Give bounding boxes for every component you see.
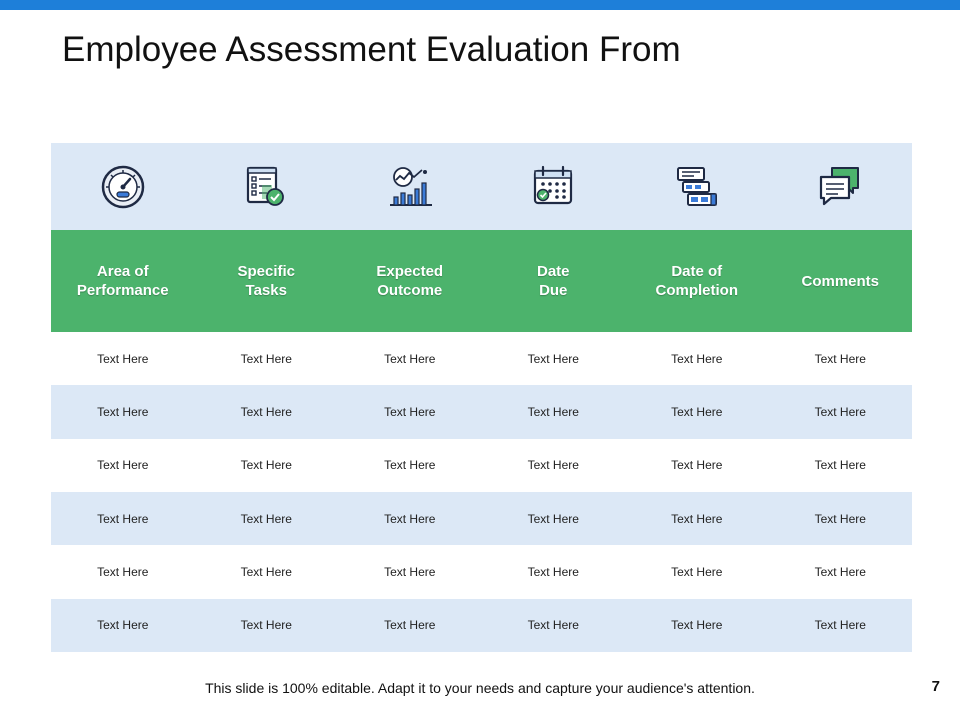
page-number: 7 (931, 678, 940, 695)
column-header-date-of-completion: Date of Completion (655, 263, 739, 299)
table-cell: Text Here (527, 511, 579, 526)
table-cell: Text Here (384, 511, 436, 526)
table-cell: Text Here (527, 404, 579, 419)
schedule-blocks-icon (676, 166, 717, 206)
table-cell: Text Here (240, 351, 292, 366)
top-accent-bar (0, 0, 960, 10)
calendar-icon (534, 165, 573, 204)
table-cell: Text Here (671, 564, 723, 579)
table-row: Text Here Text Here Text Here Text Here … (51, 385, 912, 439)
table-cell: Text Here (384, 404, 436, 419)
table-row: Text Here Text Here Text Here Text Here … (51, 598, 912, 652)
table-cell: Text Here (671, 351, 723, 366)
table-cell: Text Here (240, 458, 292, 473)
icon-cell (625, 143, 769, 230)
header-row: Area of Performance Specific Tasks Expec… (51, 230, 912, 332)
table-cell: Text Here (814, 351, 866, 366)
table-row: Text Here Text Here Text Here Text Here … (51, 439, 912, 492)
checklist-icon (247, 166, 285, 206)
table-cell: Text Here (240, 618, 292, 633)
speedometer-icon (101, 165, 144, 208)
table-cell: Text Here (814, 564, 866, 579)
icon-cell (482, 143, 626, 230)
table-cell: Text Here (527, 564, 579, 579)
table-cell: Text Here (671, 404, 723, 419)
table-cell: Text Here (527, 351, 579, 366)
table-cell: Text Here (527, 458, 579, 473)
table-cell: Text Here (97, 511, 149, 526)
assessment-table: Area of Performance Specific Tasks Expec… (51, 143, 912, 652)
footer-note: This slide is 100% editable. Adapt it to… (205, 680, 755, 696)
table-cell: Text Here (384, 458, 436, 473)
icon-cell (338, 143, 482, 230)
table-cell: Text Here (240, 511, 292, 526)
column-header-area-of-performance: Area of Performance (76, 263, 169, 299)
icon-cell (769, 143, 913, 230)
table-cell: Text Here (671, 458, 723, 473)
growth-chart-icon (389, 166, 432, 206)
column-header-expected-outcome: Expected Outcome (376, 263, 444, 299)
table-cell: Text Here (384, 618, 436, 633)
icon-cell (51, 143, 195, 230)
table-cell: Text Here (240, 404, 292, 419)
table-cell: Text Here (97, 351, 149, 366)
icon-cell (195, 143, 339, 230)
table-cell: Text Here (97, 404, 149, 419)
table-cell: Text Here (671, 511, 723, 526)
table-cell: Text Here (240, 564, 292, 579)
comments-icon (820, 166, 860, 205)
icon-row (51, 143, 912, 230)
table-cell: Text Here (527, 618, 579, 633)
column-header-specific-tasks: Specific Tasks (237, 263, 296, 299)
table-cell: Text Here (97, 458, 149, 473)
table-cell: Text Here (814, 404, 866, 419)
table-row: Text Here Text Here Text Here Text Here … (51, 491, 912, 546)
table-row: Text Here Text Here Text Here Text Here … (51, 545, 912, 598)
table-cell: Text Here (384, 351, 436, 366)
column-header-comments: Comments (801, 272, 879, 290)
table-cell: Text Here (97, 618, 149, 633)
column-header-date-due: Date Due (536, 263, 570, 299)
table-cell: Text Here (384, 564, 436, 579)
table-cell: Text Here (814, 458, 866, 473)
table-cell: Text Here (814, 618, 866, 633)
table-cell: Text Here (97, 564, 149, 579)
table-row: Text Here Text Here Text Here Text Here … (51, 332, 912, 385)
page-title: Employee Assessment Evaluation From (62, 30, 681, 69)
table-cell: Text Here (671, 618, 723, 633)
table-cell: Text Here (814, 511, 866, 526)
